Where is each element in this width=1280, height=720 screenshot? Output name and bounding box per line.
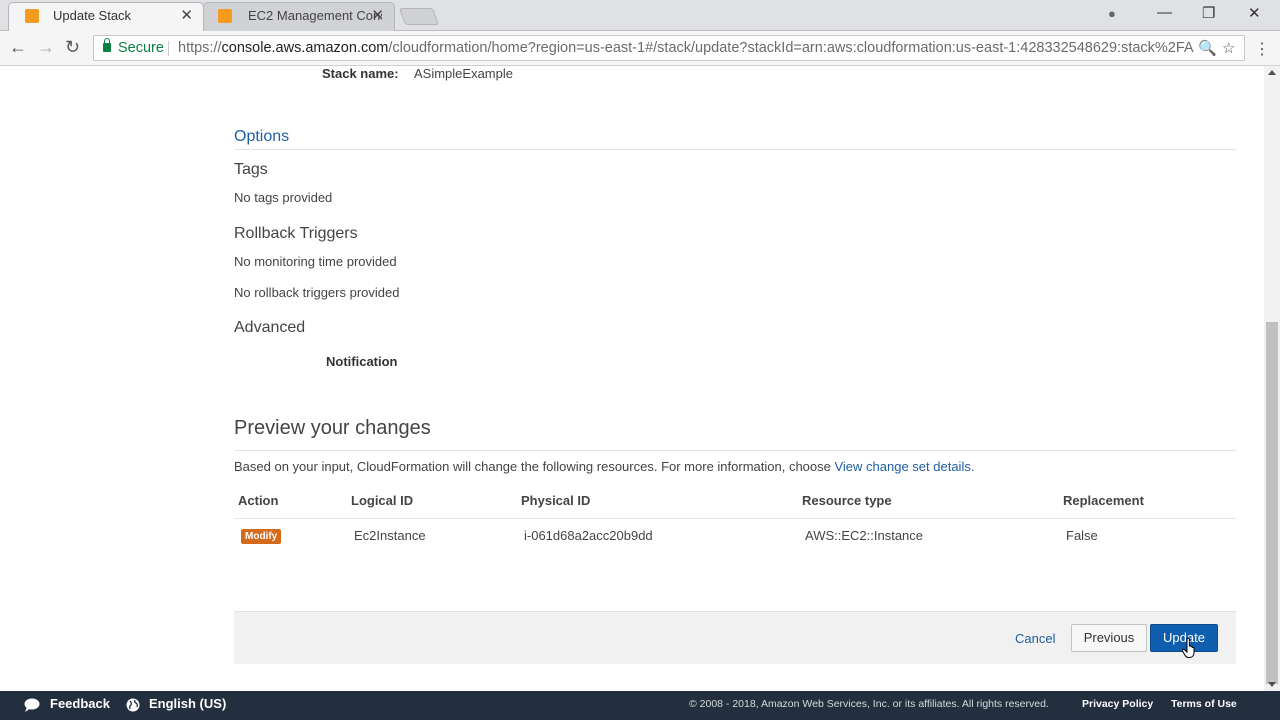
globe-icon	[126, 698, 140, 712]
preview-description-text: Based on your input, CloudFormation will…	[234, 459, 835, 474]
copyright-text: © 2008 - 2018, Amazon Web Services, Inc.…	[689, 698, 1049, 710]
tab-close-icon[interactable]: ✕	[180, 3, 193, 29]
url-text[interactable]: https://console.aws.amazon.com/cloudform…	[178, 36, 1194, 60]
tags-heading: Tags	[234, 161, 268, 178]
notification-label: Notification	[326, 354, 398, 369]
browser-menu-icon[interactable]: ⋮	[1254, 39, 1270, 59]
minimize-icon[interactable]: —	[1157, 4, 1172, 21]
resource-type-cell: AWS::EC2::Instance	[805, 528, 924, 543]
browser-toolbar: ← → ↻ Secure https://console.aws.amazon.…	[0, 31, 1280, 66]
stack-name-label: Stack name:	[322, 66, 399, 81]
column-header-action: Action	[238, 493, 279, 508]
tags-text: No tags provided	[234, 190, 333, 205]
replacement-cell: False	[1066, 528, 1098, 543]
console-footer: Feedback English (US) © 2008 - 2018, Ama…	[0, 691, 1280, 720]
tab-ec2-console[interactable]: EC2 Management Console ✕	[203, 2, 395, 31]
new-tab-button[interactable]	[398, 8, 440, 25]
zoom-icon[interactable]: 🔍	[1198, 37, 1217, 61]
language-selector[interactable]: English (US)	[149, 696, 226, 711]
feedback-icon	[24, 698, 40, 712]
divider	[168, 41, 169, 56]
divider	[234, 450, 1236, 451]
tab-update-stack[interactable]: Update Stack ✕	[8, 2, 204, 31]
tab-close-icon[interactable]: ✕	[371, 3, 384, 29]
scroll-down-icon[interactable]	[1268, 682, 1276, 687]
scrollbar-thumb[interactable]	[1266, 322, 1278, 684]
divider	[234, 149, 1236, 150]
restore-icon[interactable]: ❐	[1202, 4, 1215, 22]
advanced-heading: Advanced	[234, 319, 306, 336]
rollback-triggers-text: No rollback triggers provided	[234, 285, 400, 300]
cancel-link[interactable]: Cancel	[1015, 631, 1055, 646]
url-scheme: https://	[178, 40, 222, 56]
url-host: console.aws.amazon.com	[221, 40, 389, 56]
tab-title: EC2 Management Console	[248, 8, 382, 23]
terms-of-use-link[interactable]: Terms of Use	[1171, 698, 1237, 710]
secure-label: Secure	[118, 40, 164, 56]
browser-tab-strip: Update Stack ✕ EC2 Management Console ✕ …	[0, 0, 1280, 31]
forward-icon[interactable]: →	[37, 37, 55, 58]
previous-button[interactable]: Previous	[1071, 624, 1147, 652]
back-icon[interactable]: ←	[9, 37, 27, 58]
scroll-up-icon[interactable]	[1268, 70, 1276, 75]
privacy-policy-link[interactable]: Privacy Policy	[1082, 698, 1153, 710]
aws-favicon-icon	[218, 9, 232, 23]
stack-name-value: ASimpleExample	[414, 66, 513, 81]
column-header-physical-id: Physical ID	[521, 493, 591, 508]
feedback-button[interactable]: Feedback	[50, 696, 110, 711]
column-header-resource-type: Resource type	[802, 493, 892, 508]
aws-favicon-icon	[25, 9, 39, 23]
view-change-set-link[interactable]: View change set details.	[834, 459, 974, 474]
lock-icon	[103, 38, 111, 52]
reload-icon[interactable]: ↻	[65, 37, 80, 58]
profile-icon[interactable]: ●	[1108, 6, 1116, 21]
bookmark-star-icon[interactable]: ☆	[1222, 37, 1235, 61]
vertical-scrollbar[interactable]	[1264, 66, 1280, 691]
rollback-triggers-heading: Rollback Triggers	[234, 225, 358, 242]
tab-title: Update Stack	[53, 8, 132, 23]
preview-description: Based on your input, CloudFormation will…	[234, 459, 974, 474]
column-header-replacement: Replacement	[1063, 493, 1144, 508]
logical-id-cell: Ec2Instance	[354, 528, 426, 543]
page-content: Stack name: ASimpleExample Options Tags …	[0, 66, 1264, 691]
preview-changes-heading: Preview your changes	[234, 417, 431, 439]
divider	[234, 518, 1236, 519]
physical-id-cell: i-061d68a2acc20b9dd	[524, 528, 653, 543]
rollback-monitoring-text: No monitoring time provided	[234, 254, 397, 269]
hand-cursor-icon	[1182, 638, 1195, 658]
modify-badge: Modify	[241, 529, 282, 544]
url-path: /cloudformation/home?region=us-east-1#/s…	[388, 40, 1194, 56]
options-heading: Options	[234, 128, 290, 145]
window-close-icon[interactable]: ✕	[1248, 4, 1261, 22]
address-bar[interactable]: Secure https://console.aws.amazon.com/cl…	[93, 35, 1245, 61]
column-header-logical-id: Logical ID	[351, 493, 414, 508]
